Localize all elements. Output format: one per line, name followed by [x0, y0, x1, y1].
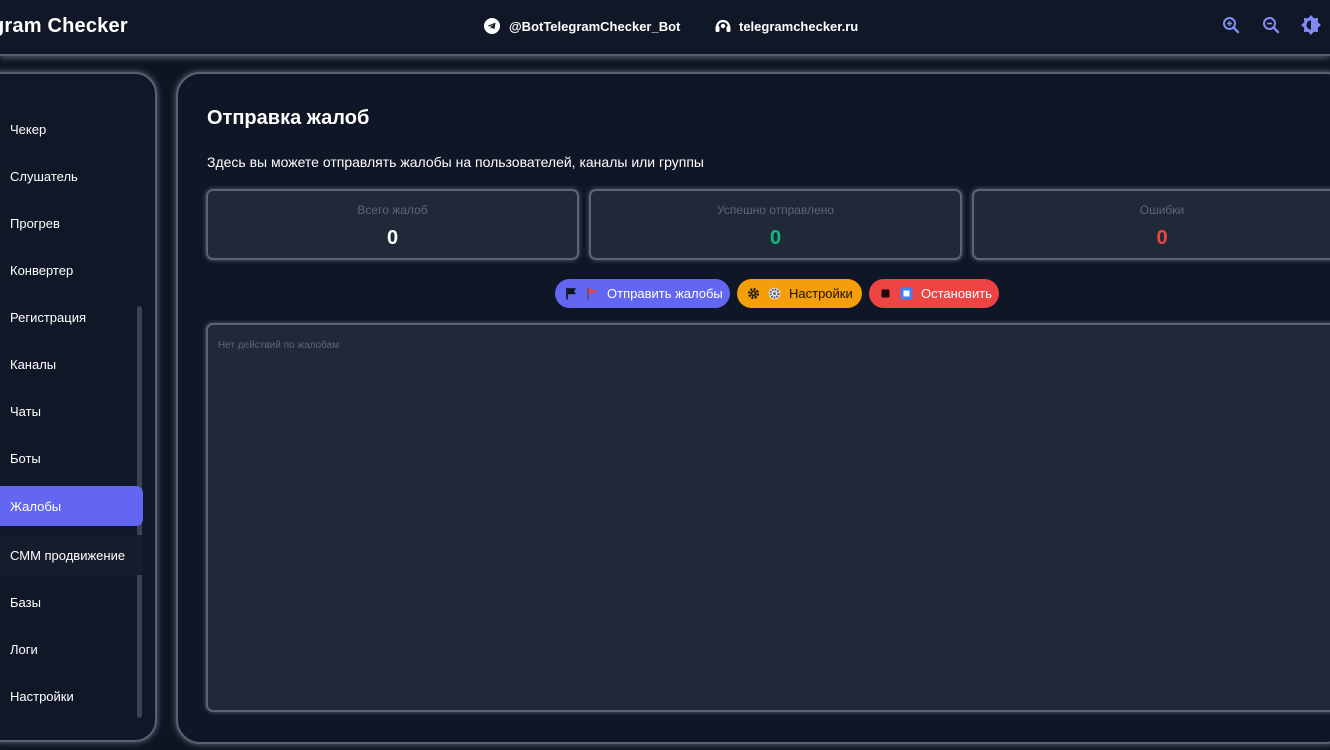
telegram-icon: [484, 18, 500, 34]
sidebar-item-chats[interactable]: Чаты: [0, 391, 143, 431]
sidebar-item-warmup[interactable]: Прогрев: [0, 203, 143, 243]
app-title: gram Checker: [0, 15, 128, 37]
site-link[interactable]: telegramchecker.ru: [714, 16, 858, 36]
sidebar-item-complaints[interactable]: Жалобы: [0, 486, 143, 526]
settings-button[interactable]: Настройки: [737, 279, 862, 308]
site-link-label: telegramchecker.ru: [739, 18, 859, 34]
stat-card-errors: Ошибки 0: [972, 189, 1330, 260]
bot-link[interactable]: @BotTelegramChecker_Bot: [484, 16, 680, 36]
stat-value: 0: [386, 227, 399, 249]
stop-square-icon: [879, 287, 892, 300]
flag-icon: [565, 287, 578, 300]
settings-label: Настройки: [789, 286, 853, 301]
stat-value: 0: [769, 227, 782, 249]
top-header: gram Checker @BotTelegramChecker_Bot tel…: [0, 0, 1330, 56]
sidebar-item-checker[interactable]: Чекер: [0, 109, 143, 149]
sidebar-item-converter[interactable]: Конвертер: [0, 250, 143, 290]
gear-icon: [747, 287, 760, 300]
cog-emoji-icon: [768, 287, 781, 300]
complaints-log[interactable]: Нет действий по жалобам: [206, 323, 1330, 712]
zoom-out-button[interactable]: [1259, 13, 1283, 37]
sidebar-item-smm[interactable]: СММ продвижение: [0, 535, 143, 575]
bot-link-label: @BotTelegramChecker_Bot: [509, 18, 681, 34]
support-headset-icon: [714, 18, 731, 34]
stat-label: Успешно отправлено: [716, 203, 835, 217]
stop-emoji-icon: [900, 287, 913, 300]
stop-label: Остановить: [921, 286, 992, 301]
sidebar-item-registration[interactable]: Регистрация: [0, 297, 143, 337]
zoom-out-icon: [1263, 17, 1280, 34]
zoom-in-button[interactable]: [1219, 13, 1243, 37]
sidebar-item-settings[interactable]: Настройки: [0, 676, 143, 716]
sidebar-item-channels[interactable]: Каналы: [0, 344, 143, 384]
page-title: Отправка жалоб: [207, 107, 370, 129]
sidebar-item-bots[interactable]: Боты: [0, 438, 143, 478]
stat-value: 0: [1156, 227, 1168, 249]
send-complaints-button[interactable]: Отправить жалобы: [555, 279, 730, 308]
stat-card-total: Всего жалоб 0: [206, 189, 579, 260]
sidebar-item-logs[interactable]: Логи: [0, 629, 143, 669]
stat-card-success: Успешно отправлено 0: [589, 189, 962, 260]
stop-button[interactable]: Остановить: [869, 279, 999, 308]
page-subtitle: Здесь вы можете отправлять жалобы на пол…: [207, 154, 704, 170]
brightness-icon: [1301, 15, 1321, 35]
stat-label: Всего жалоб: [357, 203, 428, 217]
stat-label: Ошибки: [1139, 203, 1185, 217]
send-complaints-label: Отправить жалобы: [607, 286, 723, 301]
theme-toggle-button[interactable]: [1299, 13, 1323, 37]
sidebar-item-databases[interactable]: Базы: [0, 582, 143, 622]
log-empty-message: Нет действий по жалобам: [218, 340, 340, 351]
sidebar-item-listener[interactable]: Слушатель: [0, 156, 143, 196]
zoom-in-icon: [1223, 17, 1240, 34]
red-flag-icon: [586, 287, 599, 300]
